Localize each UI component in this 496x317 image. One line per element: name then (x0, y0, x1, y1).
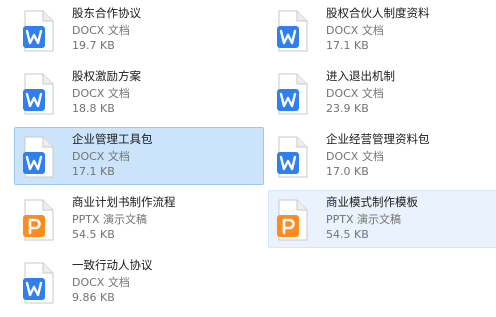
word-doc-icon (277, 73, 308, 115)
word-doc-icon (23, 10, 54, 52)
file-name: 进入退出机制 (326, 69, 395, 83)
word-doc-icon (23, 73, 54, 115)
ppt-doc-icon (277, 199, 308, 241)
file-type: DOCX 文档 (72, 150, 130, 163)
file-size: 9.86 KB (72, 291, 115, 304)
file-name: 商业模式制作模板 (326, 195, 418, 209)
file-item-8[interactable]: 一致行动人协议 DOCX 文档 9.86 KB (14, 253, 264, 311)
file-name: 股权激励方案 (72, 69, 141, 83)
file-name: 企业管理工具包 (72, 132, 153, 146)
file-size: 54.5 KB (326, 228, 369, 241)
file-item-7[interactable]: 商业模式制作模板 PPTX 演示文稿 54.5 KB (268, 190, 496, 248)
file-type: DOCX 文档 (72, 87, 130, 100)
file-name: 股东合作协议 (72, 6, 141, 20)
file-item-4[interactable]: 企业管理工具包 DOCX 文档 17.1 KB (14, 127, 264, 185)
file-type: DOCX 文档 (72, 276, 130, 289)
file-size: 19.7 KB (72, 39, 115, 52)
file-type: DOCX 文档 (326, 24, 384, 37)
file-size: 17.0 KB (326, 165, 369, 178)
word-doc-icon (277, 136, 308, 178)
file-item-2[interactable]: 股权激励方案 DOCX 文档 18.8 KB (14, 64, 264, 122)
file-size: 18.8 KB (72, 102, 115, 115)
word-doc-icon (23, 262, 54, 304)
ppt-doc-icon (23, 199, 54, 241)
file-item-1[interactable]: 股权合伙人制度资料 DOCX 文档 17.1 KB (268, 1, 496, 59)
file-type: DOCX 文档 (326, 150, 384, 163)
file-item-5[interactable]: 企业经营管理资料包 DOCX 文档 17.0 KB (268, 127, 496, 185)
file-size: 17.1 KB (72, 165, 115, 178)
file-size: 17.1 KB (326, 39, 369, 52)
file-type: PPTX 演示文稿 (72, 213, 148, 226)
file-type: DOCX 文档 (326, 87, 384, 100)
file-name: 企业经营管理资料包 (326, 132, 430, 146)
file-name: 股权合伙人制度资料 (326, 6, 430, 20)
file-size: 54.5 KB (72, 228, 115, 241)
file-type: DOCX 文档 (72, 24, 130, 37)
file-item-3[interactable]: 进入退出机制 DOCX 文档 23.9 KB (268, 64, 496, 122)
file-name: 一致行动人协议 (72, 258, 153, 272)
file-name: 商业计划书制作流程 (72, 195, 176, 209)
file-type: PPTX 演示文稿 (326, 213, 402, 226)
file-item-6[interactable]: 商业计划书制作流程 PPTX 演示文稿 54.5 KB (14, 190, 264, 248)
word-doc-icon (277, 10, 308, 52)
file-size: 23.9 KB (326, 102, 369, 115)
file-item-0[interactable]: 股东合作协议 DOCX 文档 19.7 KB (14, 1, 264, 59)
word-doc-icon (23, 136, 54, 178)
